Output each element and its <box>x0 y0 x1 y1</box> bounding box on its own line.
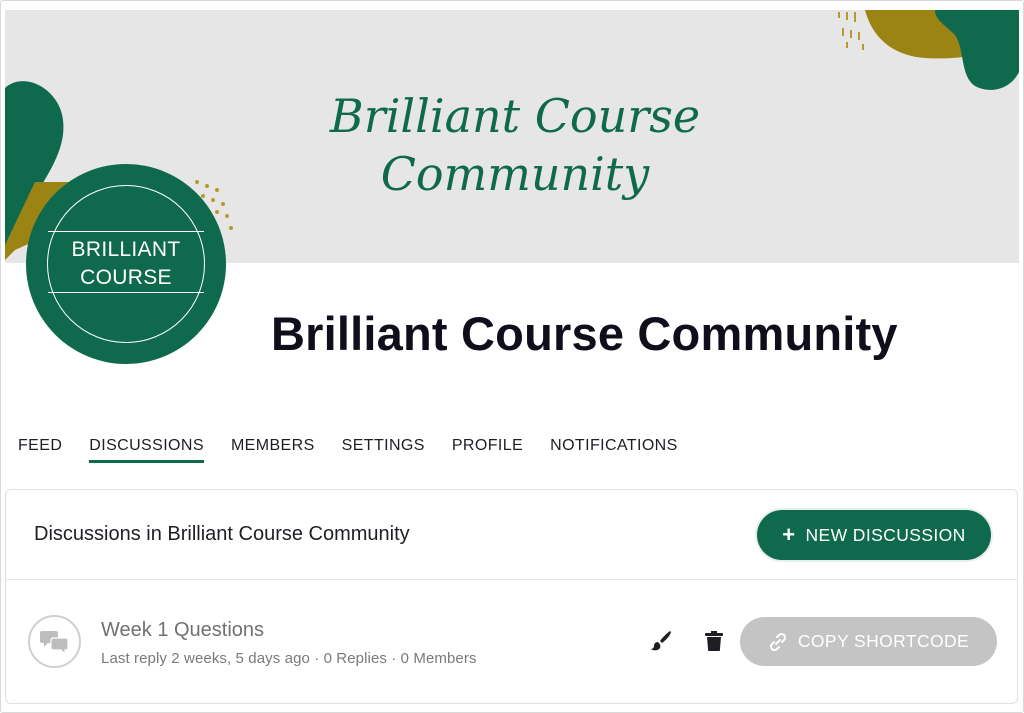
group-avatar[interactable]: BRILLIANT COURSE <box>26 164 226 364</box>
tab-discussions[interactable]: DISCUSSIONS <box>89 437 204 463</box>
svg-text:Brilliant Course: Brilliant Course <box>329 89 700 143</box>
link-icon <box>769 632 786 651</box>
discussion-meta: Last reply 2 weeks, 5 days ago · 0 Repli… <box>101 650 477 667</box>
tab-profile[interactable]: PROFILE <box>452 437 523 463</box>
avatar-divider-bottom <box>48 292 204 293</box>
discussion-title[interactable]: Week 1 Questions <box>101 619 264 642</box>
tab-members[interactable]: MEMBERS <box>231 437 315 463</box>
avatar-label: BRILLIANT COURSE <box>26 236 226 292</box>
group-page: Brilliant Course Community BRILLIANT COU… <box>0 0 1024 713</box>
avatar-label-line1: BRILLIANT <box>71 238 181 261</box>
copy-shortcode-label: COPY SHORTCODE <box>797 631 970 651</box>
discussion-row[interactable]: Week 1 Questions Last reply 2 weeks, 5 d… <box>6 581 1017 701</box>
discussions-heading: Discussions in Brilliant Course Communit… <box>34 523 410 545</box>
tab-feed[interactable]: FEED <box>18 437 62 463</box>
discussions-panel: Discussions in Brilliant Course Communit… <box>5 489 1018 704</box>
tab-settings[interactable]: SETTINGS <box>342 437 425 463</box>
new-discussion-label: NEW DISCUSSION <box>805 524 966 545</box>
discussions-panel-header: Discussions in Brilliant Course Communit… <box>6 490 1017 580</box>
new-discussion-button[interactable]: + NEW DISCUSSION <box>757 510 991 560</box>
group-title: Brilliant Course Community <box>271 307 898 360</box>
svg-text:Community: Community <box>381 147 651 201</box>
avatar-divider-top <box>48 231 204 232</box>
group-nav-tabs: FEED DISCUSSIONS MEMBERS SETTINGS PROFIL… <box>18 437 705 463</box>
paintbrush-icon[interactable] <box>649 629 673 653</box>
copy-shortcode-button[interactable]: COPY SHORTCODE <box>740 617 997 666</box>
plus-icon: + <box>782 522 796 547</box>
avatar-label-line2: COURSE <box>80 266 172 289</box>
trash-icon[interactable] <box>704 630 724 652</box>
chat-bubbles-icon <box>28 615 81 668</box>
tab-notifications[interactable]: NOTIFICATIONS <box>550 437 678 463</box>
